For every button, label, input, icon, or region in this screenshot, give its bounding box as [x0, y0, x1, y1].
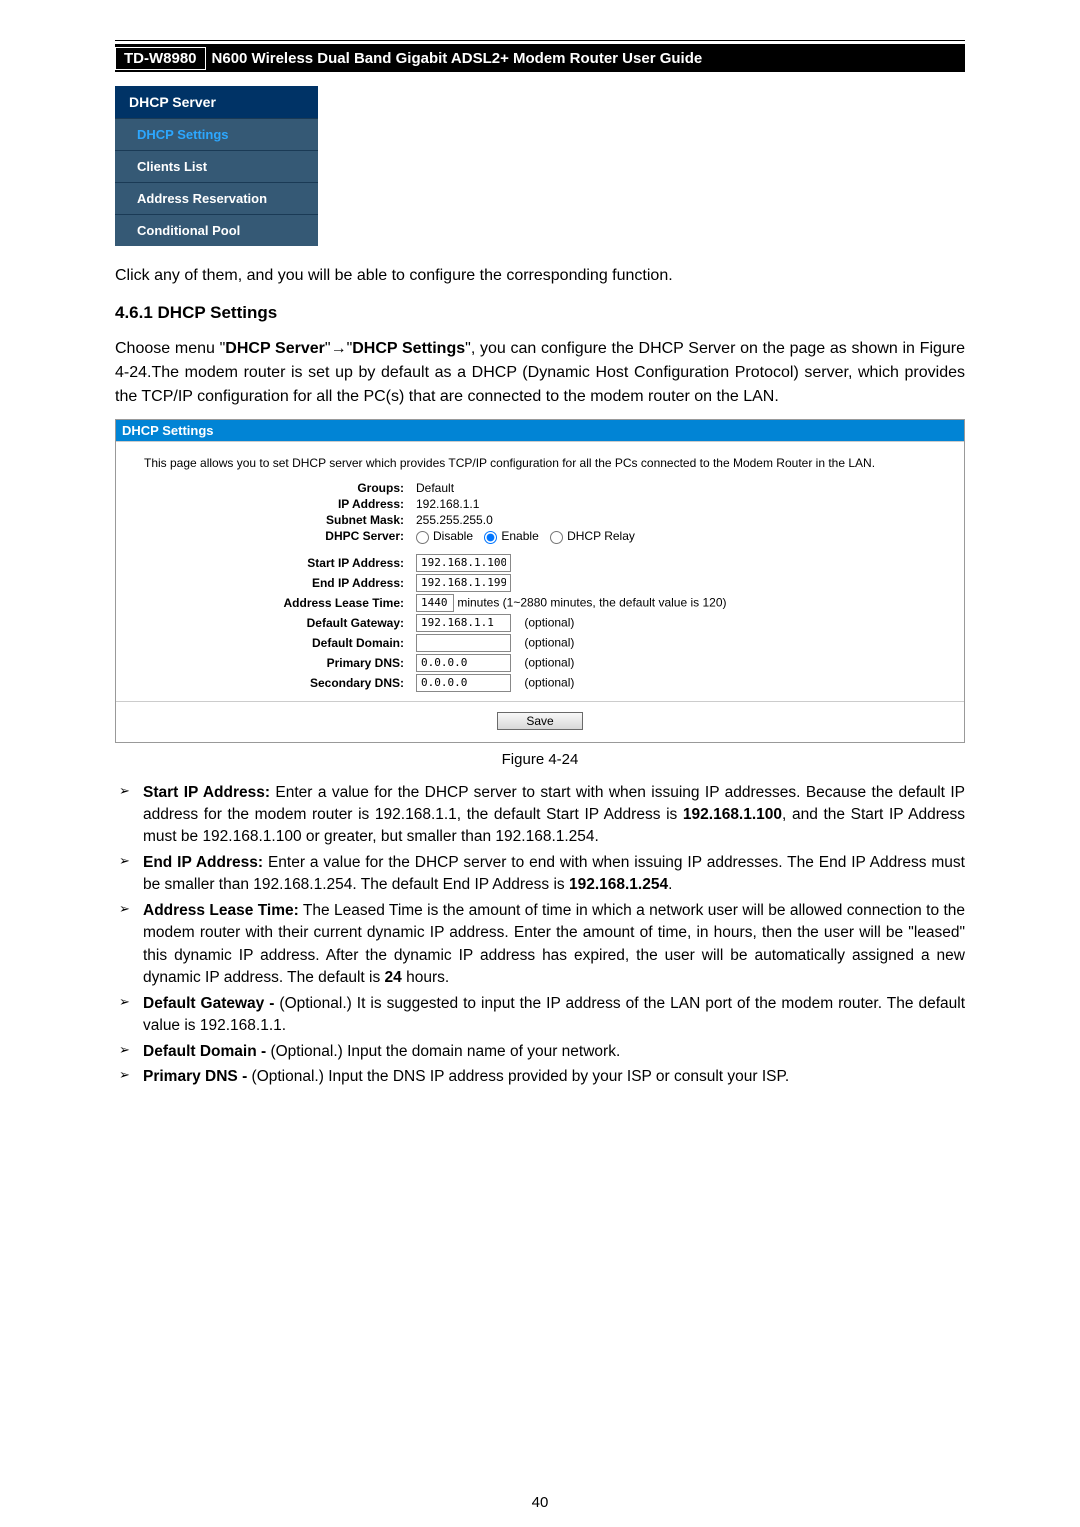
label-ip: IP Address: [136, 497, 416, 511]
value-ip: 192.168.1.1 [416, 497, 479, 511]
row-end-ip: End IP Address: [116, 573, 964, 593]
page-number: 40 [115, 1494, 965, 1511]
input-lease[interactable] [416, 594, 454, 612]
bullet-list: Start IP Address: Enter a value for the … [115, 782, 965, 1089]
label-pdns: Primary DNS: [136, 656, 416, 670]
bullet-default-domain: Default Domain - (Optional.) Input the d… [115, 1041, 965, 1063]
b2-t1: Enter a value for the DHCP server to end… [143, 854, 965, 893]
input-sdns[interactable] [416, 674, 511, 692]
pdns-optional: (optional) [524, 655, 574, 669]
radio-enable-label: Enable [501, 529, 538, 543]
bullet-lease-time: Address Lease Time: The Leased Time is t… [115, 900, 965, 990]
radio-relay[interactable]: DHCP Relay [550, 529, 635, 543]
lease-suffix: minutes (1~2880 minutes, the default val… [454, 595, 727, 609]
save-button[interactable]: Save [497, 712, 582, 730]
input-gateway[interactable] [416, 614, 511, 632]
model-box: TD-W8980 [115, 47, 206, 70]
value-subnet: 255.255.255.0 [416, 513, 493, 527]
input-domain[interactable] [416, 634, 511, 652]
b4-bold: Default Gateway - [143, 995, 274, 1012]
label-subnet: Subnet Mask: [136, 513, 416, 527]
radio-disable-input[interactable] [416, 531, 429, 544]
radio-enable-input[interactable] [484, 531, 497, 544]
row-lease: Address Lease Time: minutes (1~2880 minu… [116, 593, 964, 613]
nav-header: DHCP Server [115, 86, 318, 118]
label-start-ip: Start IP Address: [136, 556, 416, 570]
label-lease: Address Lease Time: [136, 596, 416, 610]
row-domain: Default Domain: (optional) [116, 633, 964, 653]
bullet-primary-dns: Primary DNS - (Optional.) Input the DNS … [115, 1066, 965, 1088]
row-groups: Groups: Default [116, 480, 964, 496]
radio-disable[interactable]: Disable [416, 529, 473, 543]
label-gateway: Default Gateway: [136, 616, 416, 630]
radio-enable[interactable]: Enable [484, 529, 538, 543]
label-end-ip: End IP Address: [136, 576, 416, 590]
nav-item-conditional-pool[interactable]: Conditional Pool [115, 214, 318, 246]
figure-caption: Figure 4-24 [115, 751, 965, 768]
para-arrow: "→" [325, 340, 352, 357]
b3-bold2: 24 [385, 969, 402, 986]
radio-relay-input[interactable] [550, 531, 563, 544]
row-gateway: Default Gateway: (optional) [116, 613, 964, 633]
radio-disable-label: Disable [433, 529, 473, 543]
label-domain: Default Domain: [136, 636, 416, 650]
b5-t1: (Optional.) Input the domain name of you… [266, 1043, 620, 1060]
b1-bold: Start IP Address: [143, 784, 270, 801]
panel-title: DHCP Settings [116, 420, 964, 441]
row-pdns: Primary DNS: (optional) [116, 653, 964, 673]
label-sdns: Secondary DNS: [136, 676, 416, 690]
gateway-optional: (optional) [524, 615, 574, 629]
b5-bold: Default Domain - [143, 1043, 266, 1060]
radio-group-dhpc: Disable Enable DHCP Relay [416, 529, 643, 543]
para-t1: Choose menu " [115, 340, 225, 357]
nav-item-address-reservation[interactable]: Address Reservation [115, 182, 318, 214]
input-end-ip[interactable] [416, 574, 511, 592]
row-sdns: Secondary DNS: (optional) [116, 673, 964, 693]
b2-bold: End IP Address: [143, 854, 263, 871]
b6-bold: Primary DNS - [143, 1068, 247, 1085]
label-dhpc: DHPC Server: [136, 529, 416, 543]
sdns-optional: (optional) [524, 675, 574, 689]
row-dhpc: DHPC Server: Disable Enable DHCP Relay [116, 528, 964, 544]
intro-text: Click any of them, and you will be able … [115, 264, 965, 287]
bullet-end-ip: End IP Address: Enter a value for the DH… [115, 852, 965, 897]
section-heading: 4.6.1 DHCP Settings [115, 303, 965, 323]
nav-item-dhcp-settings[interactable]: DHCP Settings [115, 118, 318, 150]
save-button-row: Save [116, 701, 964, 734]
b3-bold: Address Lease Time: [143, 902, 299, 919]
domain-optional: (optional) [524, 635, 574, 649]
page-header: TD-W8980 N600 Wireless Dual Band Gigabit… [115, 44, 965, 72]
para-bold2: DHCP Settings [352, 340, 465, 357]
value-groups: Default [416, 481, 454, 495]
bullet-start-ip: Start IP Address: Enter a value for the … [115, 782, 965, 849]
label-groups: Groups: [136, 481, 416, 495]
para-bold1: DHCP Server [225, 340, 325, 357]
panel-description: This page allows you to set DHCP server … [116, 450, 964, 480]
b3-t2: hours. [402, 969, 449, 986]
nav-item-clients-list[interactable]: Clients List [115, 150, 318, 182]
b2-bold2: 192.168.1.254 [569, 876, 668, 893]
nav-panel: DHCP Server DHCP Settings Clients List A… [115, 86, 318, 246]
header-title: N600 Wireless Dual Band Gigabit ADSL2+ M… [212, 50, 703, 67]
section-paragraph: Choose menu "DHCP Server"→"DHCP Settings… [115, 337, 965, 409]
row-ip: IP Address: 192.168.1.1 [116, 496, 964, 512]
b6-t1: (Optional.) Input the DNS IP address pro… [247, 1068, 789, 1085]
input-pdns[interactable] [416, 654, 511, 672]
row-subnet: Subnet Mask: 255.255.255.0 [116, 512, 964, 528]
header-rule [115, 40, 965, 41]
bullet-default-gateway: Default Gateway - (Optional.) It is sugg… [115, 993, 965, 1038]
b1-bold2: 192.168.1.100 [683, 806, 782, 823]
row-start-ip: Start IP Address: [116, 553, 964, 573]
dhcp-settings-panel: DHCP Settings This page allows you to se… [115, 419, 965, 742]
radio-relay-label: DHCP Relay [567, 529, 635, 543]
b2-t2: . [668, 876, 672, 893]
input-start-ip[interactable] [416, 554, 511, 572]
